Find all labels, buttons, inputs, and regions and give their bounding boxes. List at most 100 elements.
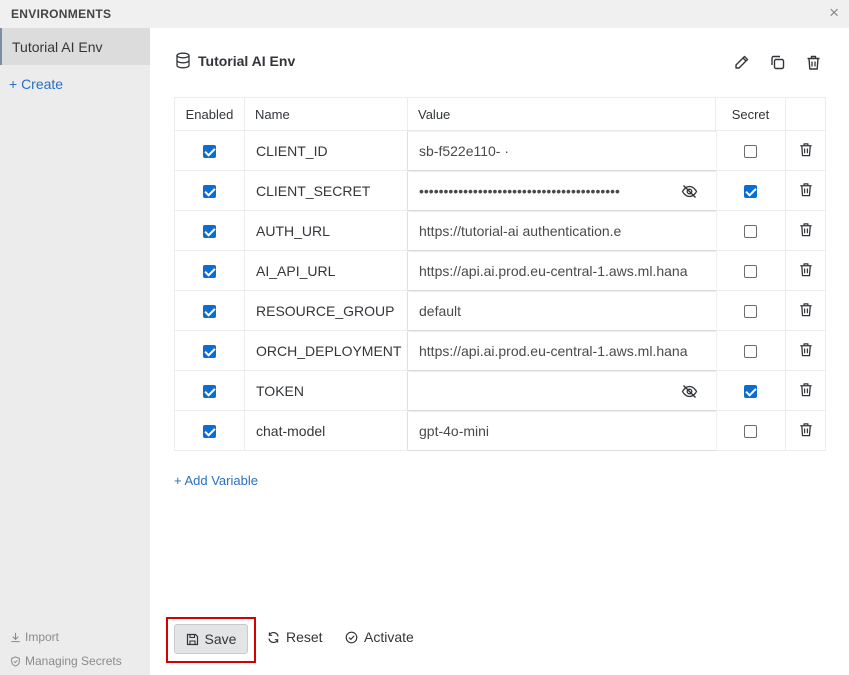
- table-row: CLIENT_ID sb-f522e110- ·: [174, 130, 826, 171]
- secret-checkbox[interactable]: [744, 145, 757, 159]
- value-cell: [407, 370, 716, 411]
- header-actions: [785, 97, 826, 131]
- trash-icon[interactable]: [798, 381, 814, 398]
- enabled-checkbox[interactable]: [203, 305, 216, 319]
- value-text: sb-f522e110- ·: [419, 143, 510, 159]
- enabled-checkbox[interactable]: [203, 225, 216, 239]
- value-cell: sb-f522e110- ·: [407, 130, 716, 171]
- trash-icon[interactable]: [798, 181, 814, 198]
- variable-name: AI_API_URL: [244, 250, 408, 291]
- secret-checkbox[interactable]: [744, 385, 757, 399]
- delete-cell: [785, 130, 826, 171]
- delete-cell: [785, 330, 826, 371]
- header-name: Name: [244, 97, 408, 131]
- reset-button[interactable]: Reset: [267, 629, 323, 645]
- managing-secrets-link[interactable]: Managing Secrets: [10, 654, 122, 668]
- value-cell: https://api.ai.prod.eu-central-1.aws.ml.…: [407, 330, 716, 371]
- close-icon[interactable]: ×: [829, 4, 839, 22]
- enabled-cell: [174, 290, 245, 331]
- enabled-cell: [174, 370, 245, 411]
- value-input[interactable]: [408, 372, 716, 410]
- value-text: https://api.ai.prod.eu-central-1.aws.ml.…: [419, 263, 688, 279]
- eye-off-icon[interactable]: [681, 383, 698, 400]
- add-variable-link[interactable]: + Add Variable: [174, 473, 258, 488]
- edit-icon[interactable]: [729, 52, 753, 72]
- value-input[interactable]: https://tutorial-ai authentication.e: [408, 212, 716, 250]
- save-label: Save: [204, 631, 237, 647]
- variable-name: AUTH_URL: [244, 210, 408, 251]
- enabled-checkbox[interactable]: [203, 265, 216, 279]
- secret-cell: [715, 330, 786, 371]
- trash-icon[interactable]: [801, 52, 825, 72]
- variable-name: CLIENT_ID: [244, 130, 408, 171]
- value-input[interactable]: sb-f522e110- ·: [408, 132, 716, 170]
- database-icon: [176, 52, 190, 69]
- table-header-row: Enabled Name Value Secret: [174, 97, 826, 131]
- variable-name: chat-model: [244, 410, 408, 451]
- variable-name: RESOURCE_GROUP: [244, 290, 408, 331]
- delete-cell: [785, 410, 826, 451]
- check-circle-icon: [345, 631, 358, 643]
- table-row: AUTH_URL https://tutorial-ai authenticati…: [174, 210, 826, 251]
- value-text: https://tutorial-ai authentication.e: [419, 223, 622, 239]
- environment-title: Tutorial AI Env: [198, 52, 296, 69]
- value-cell: ••••••••••••••••••••••••••••••••••••••••…: [407, 170, 716, 211]
- eye-off-icon[interactable]: [681, 183, 698, 200]
- window-title: ENVIRONMENTS: [11, 7, 112, 21]
- value-input[interactable]: gpt-4o-mini: [408, 412, 716, 450]
- secret-checkbox[interactable]: [744, 305, 757, 319]
- secret-checkbox[interactable]: [744, 265, 757, 279]
- create-environment-link[interactable]: + Create: [9, 76, 63, 92]
- sidebar-item-label: Tutorial AI Env: [12, 38, 103, 55]
- secret-checkbox[interactable]: [744, 185, 757, 199]
- enabled-checkbox[interactable]: [203, 425, 216, 439]
- save-icon: [186, 633, 198, 645]
- delete-cell: [785, 210, 826, 251]
- value-text: default: [419, 303, 462, 319]
- enabled-checkbox[interactable]: [203, 145, 216, 159]
- enabled-checkbox[interactable]: [203, 345, 216, 359]
- sidebar: Tutorial AI Env + Create Import Managing…: [0, 28, 150, 675]
- secret-cell: [715, 210, 786, 251]
- table-row: chat-model gpt-4o-mini: [174, 410, 826, 451]
- enabled-checkbox[interactable]: [203, 385, 216, 399]
- trash-icon[interactable]: [798, 421, 814, 438]
- trash-icon[interactable]: [798, 261, 814, 278]
- enabled-cell: [174, 330, 245, 371]
- secret-cell: [715, 370, 786, 411]
- activate-button[interactable]: Activate: [345, 629, 414, 645]
- delete-cell: [785, 170, 826, 211]
- value-input[interactable]: https://api.ai.prod.eu-central-1.aws.ml.…: [408, 252, 716, 290]
- header-value: Value: [407, 97, 716, 131]
- import-label: Import: [25, 630, 60, 644]
- refresh-icon: [268, 631, 279, 643]
- trash-icon[interactable]: [798, 141, 814, 158]
- sidebar-item-environment[interactable]: Tutorial AI Env: [0, 28, 150, 65]
- main-panel: Tutorial AI Env Enabled Name Value Secre…: [150, 28, 849, 675]
- value-text: gpt-4o-mini: [419, 423, 490, 439]
- value-input[interactable]: https://api.ai.prod.eu-central-1.aws.ml.…: [408, 332, 716, 370]
- secret-cell: [715, 170, 786, 211]
- copy-icon[interactable]: [765, 52, 789, 72]
- table-row: TOKEN: [174, 370, 826, 411]
- reset-label: Reset: [286, 629, 323, 645]
- table-row: RESOURCE_GROUP default: [174, 290, 826, 331]
- secret-checkbox[interactable]: [744, 425, 757, 439]
- value-input[interactable]: default: [408, 292, 716, 330]
- secret-checkbox[interactable]: [744, 225, 757, 239]
- download-icon: [11, 632, 20, 642]
- trash-icon[interactable]: [798, 221, 814, 238]
- secret-checkbox[interactable]: [744, 345, 757, 359]
- value-text: https://api.ai.prod.eu-central-1.aws.ml.…: [419, 343, 688, 359]
- import-link[interactable]: Import: [10, 630, 59, 644]
- enabled-cell: [174, 410, 245, 451]
- header-secret: Secret: [715, 97, 786, 131]
- trash-icon[interactable]: [798, 301, 814, 318]
- variable-name: CLIENT_SECRET: [244, 170, 408, 211]
- table-row: ORCH_DEPLOYMENT https://api.ai.prod.eu-ce…: [174, 330, 826, 371]
- trash-icon[interactable]: [798, 341, 814, 358]
- enabled-cell: [174, 170, 245, 211]
- value-input[interactable]: ••••••••••••••••••••••••••••••••••••••••…: [408, 172, 716, 210]
- save-button[interactable]: Save: [174, 624, 248, 654]
- enabled-checkbox[interactable]: [203, 185, 216, 199]
